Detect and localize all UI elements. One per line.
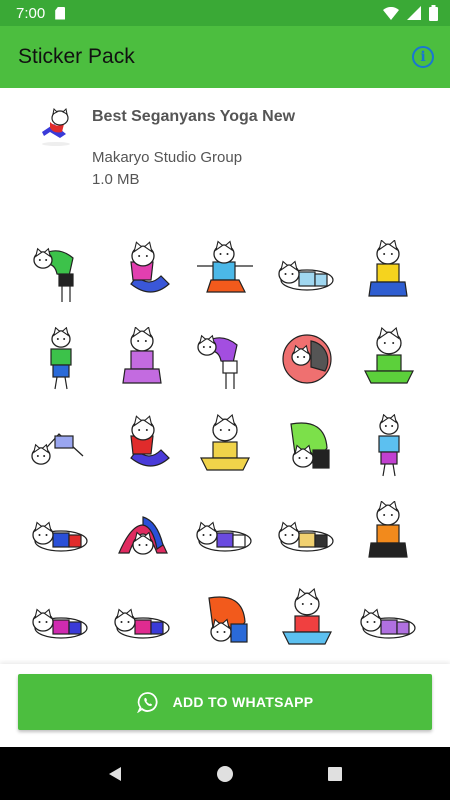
sticker-image <box>50 326 72 389</box>
pack-size: 1.0 MB <box>92 171 140 188</box>
sticker-image <box>200 413 250 471</box>
back-icon[interactable] <box>106 765 124 783</box>
sticker-item[interactable] <box>266 228 348 315</box>
whatsapp-icon <box>136 692 158 713</box>
sticker-item[interactable] <box>20 402 102 489</box>
app-bar: Sticker Pack i <box>0 26 450 88</box>
sticker-image <box>378 413 400 476</box>
sticker-image <box>197 239 253 293</box>
sticker-grid <box>20 228 430 663</box>
sticker-image <box>282 333 332 384</box>
sticker-item[interactable] <box>348 402 430 489</box>
sticker-image <box>130 414 170 467</box>
navigation-bar <box>0 747 450 800</box>
battery-icon <box>429 5 438 21</box>
signal-icon <box>407 6 421 20</box>
sticker-image <box>278 520 334 552</box>
sticker-image <box>364 326 414 384</box>
sticker-item[interactable] <box>266 576 348 663</box>
sticker-item[interactable] <box>348 315 430 402</box>
sticker-item[interactable] <box>20 228 102 315</box>
add-to-whatsapp-button[interactable]: ADD TO WHATSAPP <box>18 674 432 730</box>
sticker-item[interactable] <box>20 315 102 402</box>
sticker-image <box>31 432 84 465</box>
sticker-image <box>208 595 248 643</box>
add-to-whatsapp-label: ADD TO WHATSAPP <box>172 694 314 710</box>
sticker-image <box>130 240 170 293</box>
sticker-item[interactable] <box>184 228 266 315</box>
sticker-item[interactable] <box>184 402 266 489</box>
sticker-item[interactable] <box>348 489 430 576</box>
wifi-icon <box>383 6 399 20</box>
sticker-item[interactable] <box>102 315 184 402</box>
sticker-image <box>197 334 238 389</box>
pack-publisher: Makaryo Studio Group <box>92 149 243 166</box>
sticker-item[interactable] <box>348 228 430 315</box>
sticker-image <box>278 259 334 291</box>
sticker-image <box>122 326 162 384</box>
status-time: 7:00 <box>16 4 46 22</box>
status-bar: 7:00 <box>0 0 450 26</box>
sticker-image <box>32 607 88 639</box>
sticker-item[interactable] <box>102 402 184 489</box>
sticker-image <box>32 520 88 552</box>
sticker-image <box>360 607 416 639</box>
sticker-item[interactable] <box>266 402 348 489</box>
sd-card-icon <box>55 6 66 20</box>
sticker-item[interactable] <box>266 315 348 402</box>
sticker-image <box>290 421 330 469</box>
sticker-item[interactable] <box>266 489 348 576</box>
info-icon[interactable]: i <box>412 46 434 68</box>
sticker-item[interactable] <box>184 576 266 663</box>
sticker-item[interactable] <box>184 489 266 576</box>
tray-icon <box>42 107 70 146</box>
home-icon[interactable] <box>216 765 234 783</box>
sticker-item[interactable] <box>20 489 102 576</box>
sticker-image <box>196 520 252 552</box>
sticker-image <box>368 239 408 297</box>
sticker-item[interactable] <box>102 489 184 576</box>
app-title: Sticker Pack <box>18 45 135 68</box>
sticker-image <box>368 500 408 558</box>
sticker-item[interactable] <box>348 576 430 663</box>
sticker-image <box>282 587 332 645</box>
status-icons <box>383 5 438 21</box>
recents-icon[interactable] <box>326 765 344 783</box>
sticker-item[interactable] <box>20 576 102 663</box>
sticker-image <box>114 607 170 639</box>
sticker-image <box>33 247 74 302</box>
sticker-item[interactable] <box>102 576 184 663</box>
sticker-item[interactable] <box>184 315 266 402</box>
pack-name: Best Seganyans Yoga New <box>92 108 296 125</box>
sticker-image <box>118 515 168 555</box>
sticker-item[interactable] <box>102 228 184 315</box>
